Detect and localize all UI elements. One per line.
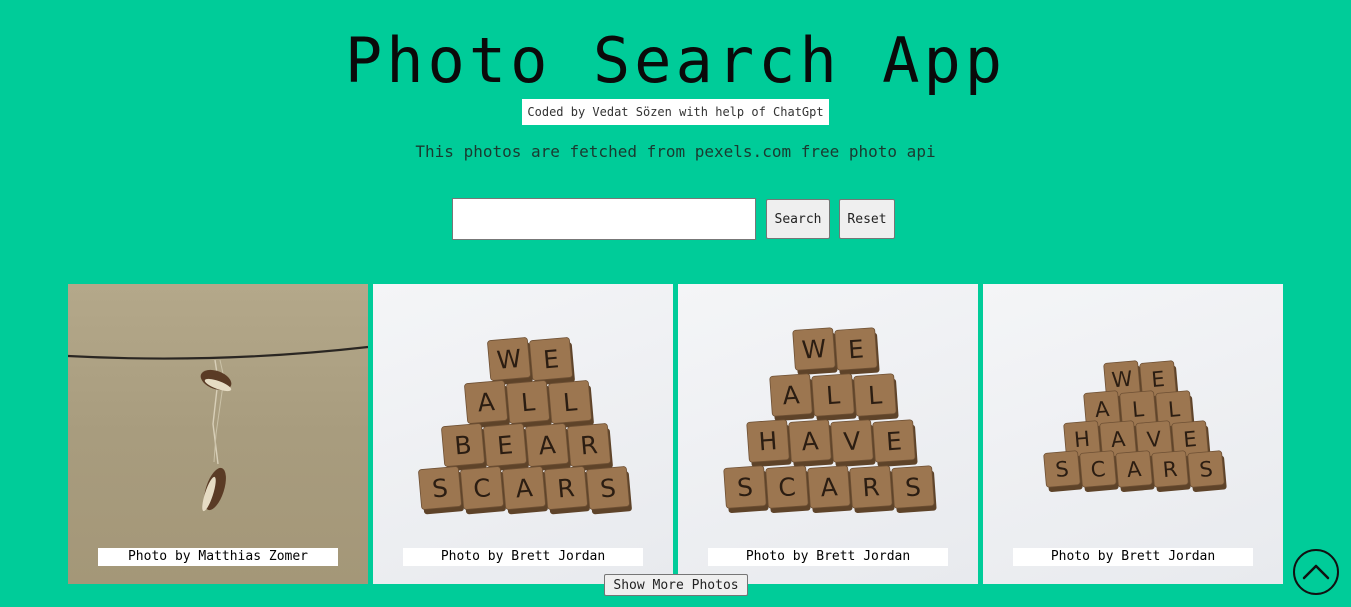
tile-letter: A — [1094, 396, 1111, 422]
scrabble-tile: A — [525, 423, 571, 472]
photo-card[interactable]: Photo by Matthias Zomer — [68, 284, 368, 584]
tile-letter: E — [1150, 366, 1165, 392]
tile-letter: H — [758, 426, 779, 456]
tile-letter: A — [1126, 456, 1143, 482]
scrabble-tile: C — [1079, 450, 1119, 492]
scrabble-tile: S — [418, 466, 464, 515]
scrabble-tile: W — [487, 337, 533, 386]
scrabble-tile: R — [567, 423, 613, 472]
photo-scrabble-tiles: W EA L LB E A RS C A R S — [418, 337, 632, 515]
tile-letter: E — [885, 426, 903, 456]
tile-letter: C — [472, 473, 492, 503]
scrabble-tile: H — [746, 419, 792, 467]
scrabble-tile: C — [765, 465, 811, 513]
tile-letter: L — [520, 387, 536, 417]
photo-scrabble-tiles: W EA L LH A V ES C A R S — [1043, 360, 1227, 492]
photo-caption: Photo by Brett Jordan — [708, 548, 948, 566]
tile-letter: C — [1090, 456, 1107, 482]
tile-letter: H — [1073, 426, 1091, 452]
tile-letter: V — [843, 426, 862, 456]
scrabble-tile: E — [529, 337, 575, 386]
tile-letter: S — [599, 473, 617, 503]
scrabble-tile: L — [853, 373, 899, 421]
tile-letter: A — [801, 426, 820, 456]
scrabble-tile: V — [830, 419, 876, 467]
tile-letter: E — [496, 430, 514, 460]
tile-letter: E — [847, 334, 865, 364]
tile-letter: W — [496, 344, 523, 375]
scrabble-tile: W — [792, 327, 838, 375]
scrabble-tile: R — [544, 466, 590, 515]
tile-letter: W — [1111, 366, 1134, 393]
scrabble-tile: L — [811, 373, 857, 421]
page-subtitle: This photos are fetched from pexels.com … — [415, 142, 936, 161]
scrabble-tile: E — [872, 419, 918, 467]
photo-card[interactable]: WEALLBEARSCARS Photo by Brett Jordan — [373, 284, 673, 584]
search-input[interactable] — [452, 198, 756, 240]
scrabble-tile: A — [1115, 450, 1155, 492]
tile-letter: E — [542, 344, 560, 374]
tile-letter: L — [1167, 396, 1181, 422]
tile-letter: R — [556, 473, 576, 503]
scrabble-tile: R — [849, 465, 895, 513]
tile-letter: L — [867, 380, 883, 410]
chevron-up-icon — [1302, 564, 1330, 580]
scrabble-tile: S — [586, 466, 632, 515]
scrabble-tile: A — [502, 466, 548, 515]
tile-letter: A — [514, 473, 533, 503]
scrabble-tile: A — [464, 380, 510, 429]
tile-letter: L — [825, 380, 841, 410]
photo-caption: Photo by Brett Jordan — [1013, 548, 1253, 566]
scrabble-tile: A — [807, 465, 853, 513]
photo-gallery: Photo by Matthias Zomer WEALLBEARSCARS P… — [68, 284, 1283, 584]
search-button[interactable]: Search — [766, 199, 830, 239]
scrabble-tile: S — [723, 465, 769, 513]
tile-letter: A — [537, 430, 556, 460]
tile-letter: R — [579, 430, 599, 460]
tile-letter: A — [782, 380, 801, 410]
scrabble-tile: S — [891, 465, 937, 513]
scrabble-tile: B — [441, 423, 487, 472]
tile-letter: R — [861, 472, 880, 502]
reset-button[interactable]: Reset — [839, 199, 895, 239]
photo-caption: Photo by Matthias Zomer — [98, 548, 338, 566]
scrabble-tile: C — [460, 466, 506, 515]
scrabble-tile: E — [483, 423, 529, 472]
scrabble-tile: A — [769, 373, 815, 421]
scrabble-tile: A — [788, 419, 834, 467]
page-title: Photo Search App — [344, 24, 1007, 97]
scrabble-tile: L — [506, 380, 552, 429]
tile-letter: A — [476, 387, 495, 417]
scrabble-tile: S — [1043, 450, 1083, 492]
tile-letter: A — [1110, 426, 1127, 452]
tile-letter: R — [1162, 456, 1179, 482]
tile-letter: L — [562, 387, 578, 417]
credit-badge: Coded by Vedat Sözen with help of ChatGp… — [522, 99, 829, 125]
photo-card[interactable]: WEALLHAVESCARS Photo by Brett Jordan — [678, 284, 978, 584]
tile-letter: S — [1054, 456, 1070, 482]
scrabble-tile: S — [1187, 450, 1227, 492]
show-more-button[interactable]: Show More Photos — [604, 574, 748, 596]
tile-letter: C — [777, 472, 796, 502]
scrabble-tile: E — [834, 327, 880, 375]
search-bar: Search Reset — [452, 198, 895, 240]
tile-letter: V — [1146, 426, 1163, 452]
tile-letter: S — [1198, 456, 1214, 482]
tile-letter: E — [1182, 426, 1197, 452]
photo-caption: Photo by Brett Jordan — [403, 548, 643, 566]
tile-letter: W — [801, 334, 827, 365]
credit-container: Coded by Vedat Sözen with help of ChatGp… — [0, 99, 1351, 125]
photo-card[interactable]: WEALLHAVESCARS Photo by Brett Jordan — [983, 284, 1283, 584]
tile-letter: S — [904, 472, 922, 502]
tile-letter: L — [1131, 396, 1145, 422]
tile-letter: A — [820, 472, 839, 502]
tile-letter: B — [453, 430, 472, 460]
tile-letter: S — [431, 473, 449, 503]
scroll-to-top-button[interactable] — [1293, 549, 1339, 595]
photo-hanging-shoes — [68, 345, 368, 512]
tile-letter: S — [736, 472, 754, 502]
photo-scrabble-tiles: W EA L LH A V ES C A R S — [723, 327, 937, 513]
scrabble-tile: L — [548, 380, 594, 429]
scrabble-tile: R — [1151, 450, 1191, 492]
